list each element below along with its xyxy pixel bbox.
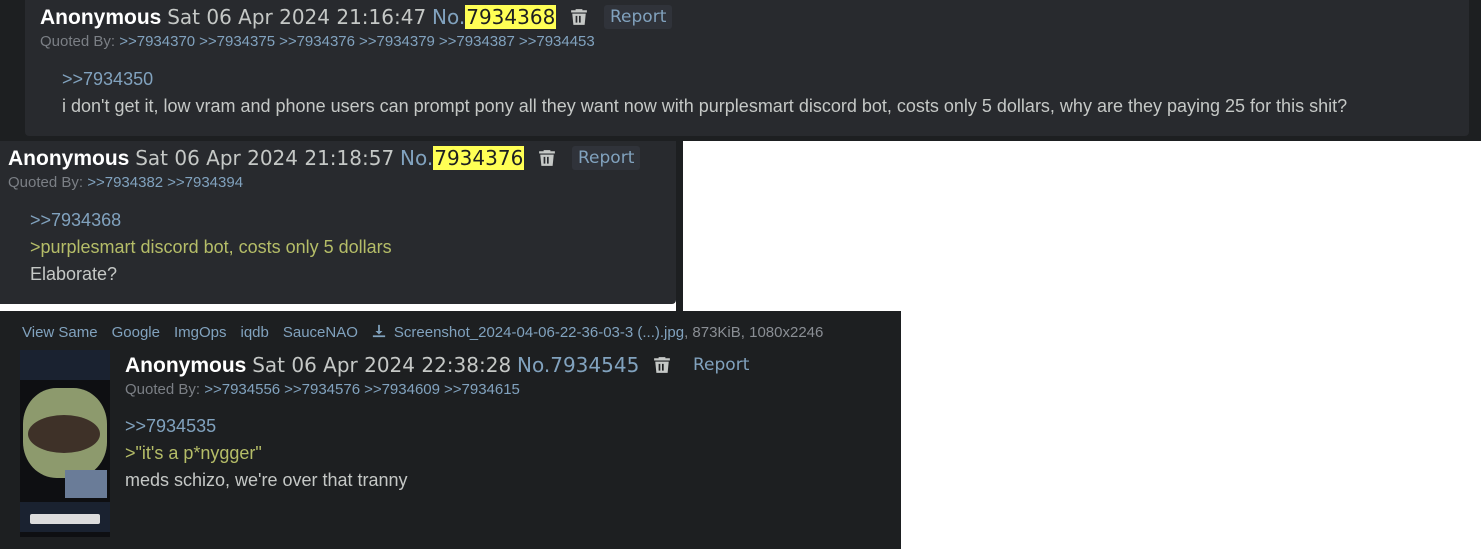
post-text: i don't get it, low vram and phone users… [62,96,1348,116]
quote-link[interactable]: >>7934535 [125,413,408,440]
poster-name: Anonymous [40,6,162,29]
post-body: >>7934350 i don't get it, low vram and p… [62,66,1347,120]
file-name-link[interactable]: Screenshot_2024-04-06-22-36-03-3 (...).j… [394,324,684,341]
greentext-line: >purplesmart discord bot, costs only 5 d… [30,237,392,257]
poster-name: Anonymous [125,354,247,377]
quoted-by-label: Quoted By: [40,33,116,50]
backlink[interactable]: >>7934394 [167,174,243,191]
post-body: >>7934368 >purplesmart discord bot, cost… [30,207,392,288]
backlink[interactable]: >>7934382 [87,174,163,191]
backlink[interactable]: >>7934375 [199,33,275,50]
post-number[interactable]: 7934368 [465,5,557,29]
trash-icon[interactable] [538,149,556,167]
quoted-by: Quoted By: >>7934370 >>7934375 >>7934376 >>… [40,32,599,52]
backlink[interactable]: >>7934387 [439,33,515,50]
download-icon[interactable] [372,324,386,338]
post-text: meds schizo, we're over that tranny [125,470,408,490]
post-number-label[interactable]: No. [517,353,550,377]
trash-icon[interactable] [570,8,588,26]
quoted-by-label: Quoted By: [125,381,201,398]
post-text: Elaborate? [30,264,118,284]
quote-link[interactable]: >>7934368 [30,207,392,234]
backlink[interactable]: >>7934556 [204,381,280,398]
poster-name: Anonymous [8,147,130,170]
post-number-label[interactable]: No. [432,5,465,29]
post-number-label[interactable]: No. [400,146,433,170]
file-meta: , 873KiB, 1080x2246 [684,324,824,341]
quoted-by: Quoted By: >>7934556 >>7934576 >>7934609 >>… [125,380,524,400]
post-date: Sat 06 Apr 2024 21:16:47 [167,5,427,29]
post-thumbnail[interactable] [20,350,110,537]
post-date: Sat 06 Apr 2024 21:18:57 [135,146,395,170]
report-button[interactable]: Report [572,146,641,170]
post-header: Anonymous Sat 06 Apr 2024 22:38:28 No.79… [125,352,755,379]
backlink[interactable]: >>7934379 [359,33,435,50]
backlink[interactable]: >>7934576 [284,381,360,398]
post-date: Sat 06 Apr 2024 22:38:28 [252,353,512,377]
quoted-by: Quoted By: >>7934382 >>7934394 [8,173,247,193]
post-number[interactable]: 7934376 [433,146,525,170]
google-link[interactable]: Google [112,324,160,341]
imgops-link[interactable]: ImgOps [174,324,227,341]
report-button[interactable]: Report [687,353,755,377]
file-info-bar: View Same Google ImgOps iqdb SauceNAO Screens… [22,322,823,344]
backlink[interactable]: >>7934453 [519,33,595,50]
quote-link[interactable]: >>7934350 [62,66,1347,93]
view-same-link[interactable]: View Same [22,324,98,341]
backlink[interactable]: >>7934609 [364,381,440,398]
backlink[interactable]: >>7934615 [444,381,520,398]
backlink[interactable]: >>7934376 [279,33,355,50]
trash-icon[interactable] [653,356,671,374]
post-edge [676,141,683,311]
post-header: Anonymous Sat 06 Apr 2024 21:16:47 No.79… [40,4,673,31]
post-body: >>7934535 >"it's a p*nygger" meds schizo… [125,413,408,494]
backlink[interactable]: >>7934370 [119,33,195,50]
post-number[interactable]: 7934545 [550,353,639,377]
post-header: Anonymous Sat 06 Apr 2024 21:18:57 No.79… [8,145,641,172]
quoted-by-label: Quoted By: [8,174,84,191]
report-button[interactable]: Report [604,5,673,29]
greentext-line: >"it's a p*nygger" [125,443,262,463]
saucenao-link[interactable]: SauceNAO [283,324,358,341]
iqdb-link[interactable]: iqdb [240,324,268,341]
